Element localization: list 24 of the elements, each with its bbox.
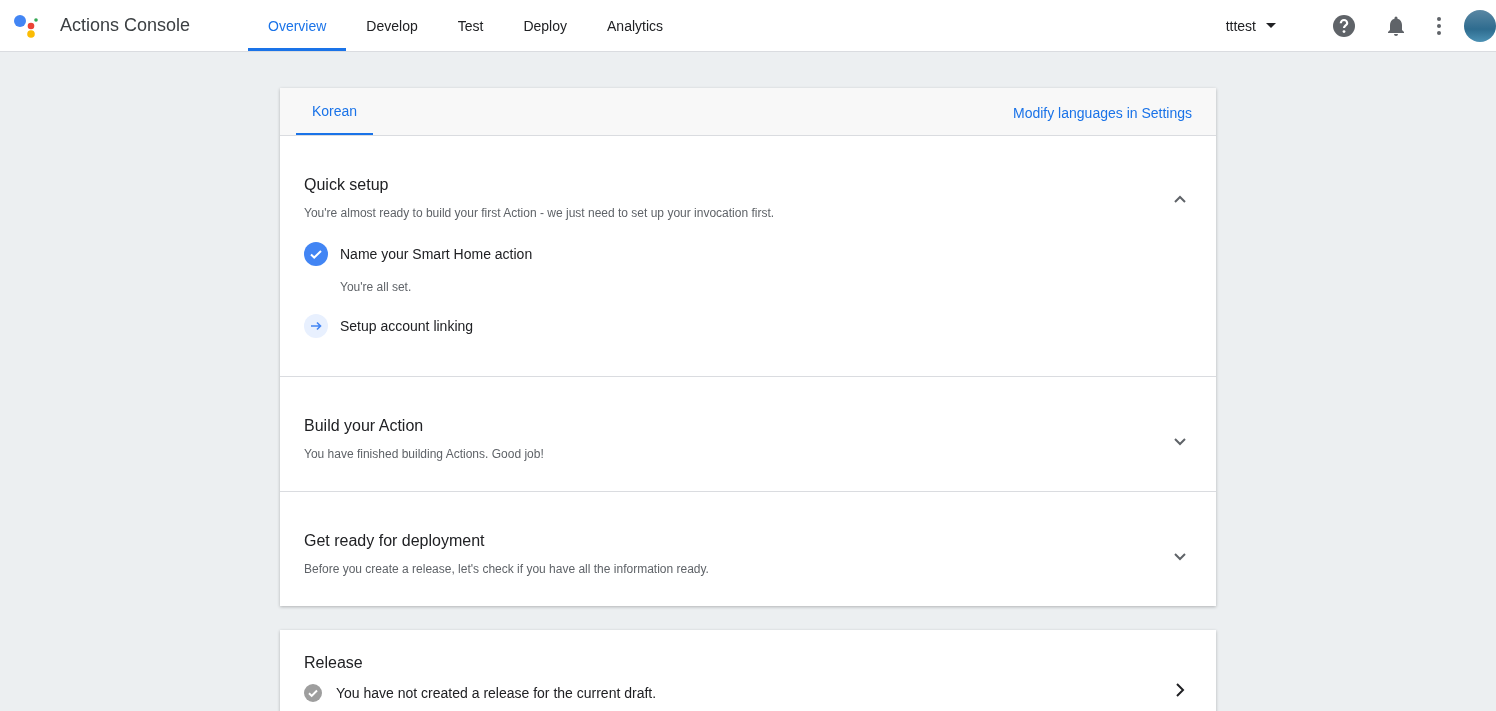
help-icon[interactable] bbox=[1332, 13, 1356, 38]
step-note: You're all set. bbox=[340, 280, 413, 294]
settings-link[interactable]: Modify languages in Settings bbox=[1013, 105, 1192, 121]
step-label[interactable]: Name your Smart Home action bbox=[340, 246, 533, 262]
section-description: Before you create a release, let's check if you have all the information ready. bbox=[304, 562, 710, 576]
nav-tab[interactable]: Analytics bbox=[587, 3, 684, 51]
project-selector[interactable]: tttest bbox=[1219, 16, 1282, 35]
nav-tab[interactable]: Test bbox=[437, 3, 504, 51]
release-status: You have not created a release for the current draft. bbox=[336, 685, 657, 701]
section-title: Quick setup bbox=[304, 176, 390, 194]
section-description: You have finished building Actions. Good job! bbox=[304, 447, 545, 461]
check-circle-icon bbox=[304, 684, 322, 702]
release-title: Release bbox=[304, 654, 364, 672]
caret-icon bbox=[1266, 23, 1276, 28]
app-title: Actions Console bbox=[60, 15, 192, 36]
step-label[interactable]: Setup account linking bbox=[340, 318, 474, 334]
avatar-photo-placeholder[interactable] bbox=[1464, 9, 1496, 42]
section-title: Get ready for deployment bbox=[304, 532, 486, 550]
section-description: You're almost ready to build your first Action - we just need to set up your invocation first. bbox=[304, 206, 776, 220]
nav-tab[interactable]: Overview bbox=[248, 3, 347, 51]
nav-tab[interactable]: Develop bbox=[346, 3, 438, 51]
language-tab[interactable]: Korean bbox=[296, 88, 374, 135]
section-title: Build your Action bbox=[304, 417, 425, 435]
nav-tab[interactable]: Deploy bbox=[503, 3, 587, 51]
